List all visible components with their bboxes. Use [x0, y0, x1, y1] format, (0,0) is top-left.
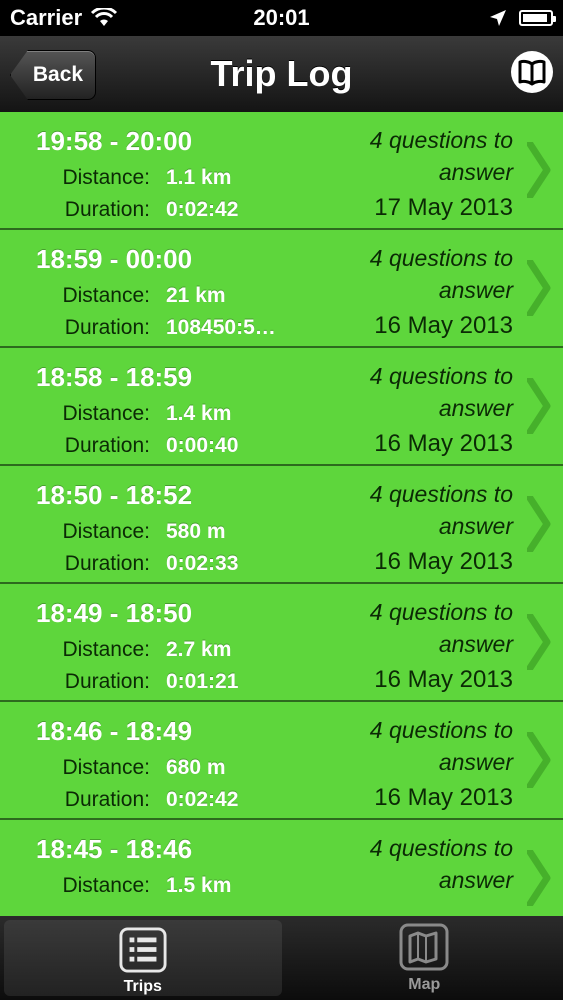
nav-bar: Trip Log Back: [0, 36, 563, 113]
tab-bar: Trips Map: [0, 916, 563, 1000]
tab-trips[interactable]: Trips: [4, 920, 282, 996]
location-arrow-icon: [490, 10, 506, 26]
duration-label: Duration:: [64, 670, 150, 693]
trip-time-range: 19:58 - 20:00: [36, 126, 193, 156]
trip-row[interactable]: 18:45 - 18:46 Distance: 1.5 km 4 questio…: [0, 820, 563, 916]
questions-status: 4 questions to answer: [369, 717, 513, 775]
questions-status: 4 questions to answer: [369, 835, 513, 893]
duration-label: Duration:: [64, 788, 150, 811]
distance-value: 2.7 km: [166, 638, 232, 661]
wifi-icon: [91, 8, 118, 26]
trip-time-range: 18:46 - 18:49: [36, 716, 193, 746]
distance-label: Distance:: [62, 402, 150, 425]
book-icon[interactable]: [511, 51, 553, 93]
duration-label: Duration:: [64, 434, 150, 457]
chevron-right-icon: [527, 142, 551, 198]
distance-value: 580 m: [166, 520, 226, 543]
duration-label: Duration:: [64, 552, 150, 575]
questions-status: 4 questions to answer: [369, 363, 513, 421]
list-icon: [119, 927, 167, 973]
trip-date: 17 May 2013: [374, 194, 513, 221]
duration-value: 0:00:40: [166, 434, 239, 457]
trip-date: 16 May 2013: [374, 666, 513, 693]
duration-label: Duration:: [64, 316, 150, 339]
chevron-right-icon: [527, 378, 551, 434]
chevron-right-icon: [527, 732, 551, 788]
distance-value: 1.5 km: [166, 874, 232, 897]
tab-map-label: Map: [408, 976, 441, 993]
status-bar: Carrier 20:01: [0, 0, 563, 36]
open-book-glyph: [518, 59, 546, 86]
trip-date: 16 May 2013: [374, 430, 513, 457]
questions-status: 4 questions to answer: [369, 599, 513, 657]
map-icon: [399, 923, 449, 971]
distance-label: Distance:: [62, 756, 150, 779]
duration-value: 0:02:42: [166, 788, 239, 811]
distance-label: Distance:: [62, 284, 150, 307]
duration-value: 0:02:33: [166, 552, 239, 575]
trip-row[interactable]: 18:46 - 18:49 Distance: 680 m Duration: …: [0, 702, 563, 820]
trip-time-range: 18:59 - 00:00: [36, 244, 193, 274]
battery-icon: [519, 10, 556, 26]
duration-value: 0:01:21: [166, 670, 239, 693]
trip-row[interactable]: 18:59 - 00:00 Distance: 21 km Duration: …: [0, 230, 563, 348]
distance-value: 21 km: [166, 284, 226, 307]
trip-time-range: 18:58 - 18:59: [36, 362, 193, 392]
duration-label: Duration:: [64, 198, 150, 221]
distance-label: Distance:: [62, 166, 150, 189]
questions-status: 4 questions to answer: [369, 245, 513, 303]
questions-status: 4 questions to answer: [369, 481, 513, 539]
distance-label: Distance:: [62, 638, 150, 661]
chevron-right-icon: [527, 850, 551, 906]
status-left: Carrier: [10, 5, 118, 31]
trip-list[interactable]: 19:58 - 20:00 Distance: 1.1 km Duration:…: [0, 112, 563, 916]
duration-value: 108450:5…: [166, 316, 276, 339]
trip-row[interactable]: 18:49 - 18:50 Distance: 2.7 km Duration:…: [0, 584, 563, 702]
trip-time-range: 18:45 - 18:46: [36, 834, 193, 864]
questions-status: 4 questions to answer: [369, 127, 513, 185]
trip-date: 16 May 2013: [374, 784, 513, 811]
chevron-right-icon: [527, 614, 551, 670]
carrier-label: Carrier: [10, 5, 83, 30]
distance-value: 680 m: [166, 756, 226, 779]
distance-label: Distance:: [62, 520, 150, 543]
status-right: [489, 9, 556, 27]
distance-label: Distance:: [62, 874, 150, 897]
distance-value: 1.4 km: [166, 402, 232, 425]
chevron-right-icon: [527, 260, 551, 316]
trip-date: 16 May 2013: [374, 312, 513, 339]
distance-value: 1.1 km: [166, 166, 232, 189]
tab-trips-label: Trips: [123, 978, 162, 995]
chevron-right-icon: [527, 496, 551, 552]
tab-map[interactable]: Map: [286, 916, 563, 1000]
trip-row[interactable]: 19:58 - 20:00 Distance: 1.1 km Duration:…: [0, 112, 563, 230]
duration-value: 0:02:42: [166, 198, 239, 221]
trip-date: 16 May 2013: [374, 548, 513, 575]
trip-row[interactable]: 18:50 - 18:52 Distance: 580 m Duration: …: [0, 466, 563, 584]
trip-time-range: 18:50 - 18:52: [36, 480, 193, 510]
trip-row[interactable]: 18:58 - 18:59 Distance: 1.4 km Duration:…: [0, 348, 563, 466]
trip-time-range: 18:49 - 18:50: [36, 598, 193, 628]
back-button[interactable]: Back: [10, 50, 96, 100]
